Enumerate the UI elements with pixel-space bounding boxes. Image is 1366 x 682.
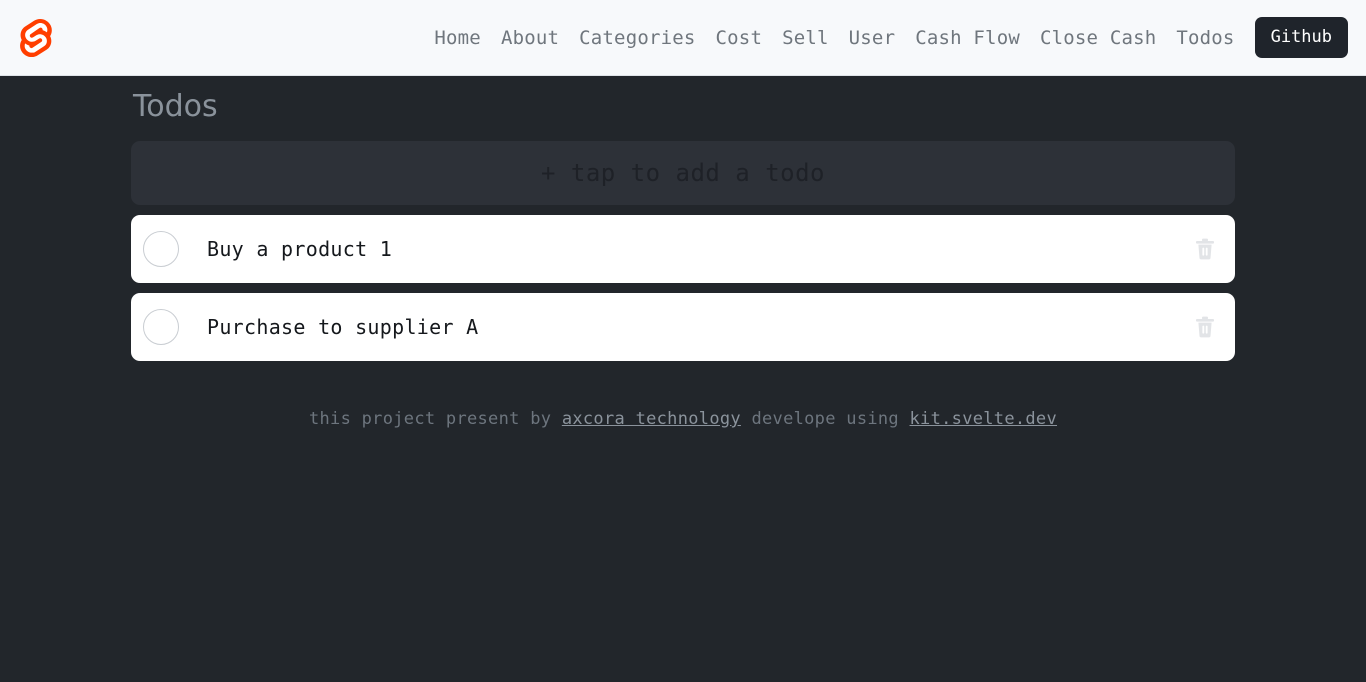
nav-link-sell[interactable]: Sell <box>772 21 839 55</box>
svelte-logo-icon <box>19 18 53 57</box>
trash-icon[interactable] <box>1191 312 1219 342</box>
todo-list: Buy a product 1 Purchase to supplier A <box>131 215 1235 361</box>
trash-icon[interactable] <box>1191 234 1219 264</box>
footer-lead-text: this project present by <box>308 409 552 429</box>
footer-mid-text: develope using <box>751 409 899 429</box>
todo-item-label: Purchase to supplier A <box>207 315 479 339</box>
brand-logo-link[interactable] <box>16 16 56 60</box>
circle-unchecked-icon[interactable] <box>143 231 179 267</box>
nav-links: Home About Categories Cost Sell User Cas… <box>424 17 1348 58</box>
footer-link-axcora[interactable]: axcora technology <box>562 409 741 429</box>
add-todo-label: + tap to add a todo <box>540 159 826 187</box>
nav-link-user[interactable]: User <box>839 21 906 55</box>
footer: this project present by axcora technolog… <box>131 409 1235 429</box>
page-title: Todos <box>133 89 218 124</box>
nav-link-about[interactable]: About <box>491 21 569 55</box>
content-container: Todos + tap to add a todo Buy a product … <box>131 90 1235 429</box>
github-button[interactable]: Github <box>1254 17 1348 58</box>
todo-item-label: Buy a product 1 <box>207 237 393 261</box>
nav-link-todos[interactable]: Todos <box>1166 21 1244 55</box>
table-row[interactable]: Buy a product 1 <box>131 215 1235 283</box>
nav-link-home[interactable]: Home <box>424 21 491 55</box>
main-content: Todos + tap to add a todo Buy a product … <box>0 76 1366 682</box>
circle-unchecked-icon[interactable] <box>143 309 179 345</box>
nav-link-cost[interactable]: Cost <box>706 21 773 55</box>
add-todo-button[interactable]: + tap to add a todo <box>131 141 1235 205</box>
nav-link-cash-flow[interactable]: Cash Flow <box>905 21 1030 55</box>
footer-link-sveltekit[interactable]: kit.svelte.dev <box>910 409 1058 429</box>
nav-link-close-cash[interactable]: Close Cash <box>1030 21 1166 55</box>
nav-link-categories[interactable]: Categories <box>569 21 705 55</box>
table-row[interactable]: Purchase to supplier A <box>131 293 1235 361</box>
top-navbar: Home About Categories Cost Sell User Cas… <box>0 0 1366 76</box>
